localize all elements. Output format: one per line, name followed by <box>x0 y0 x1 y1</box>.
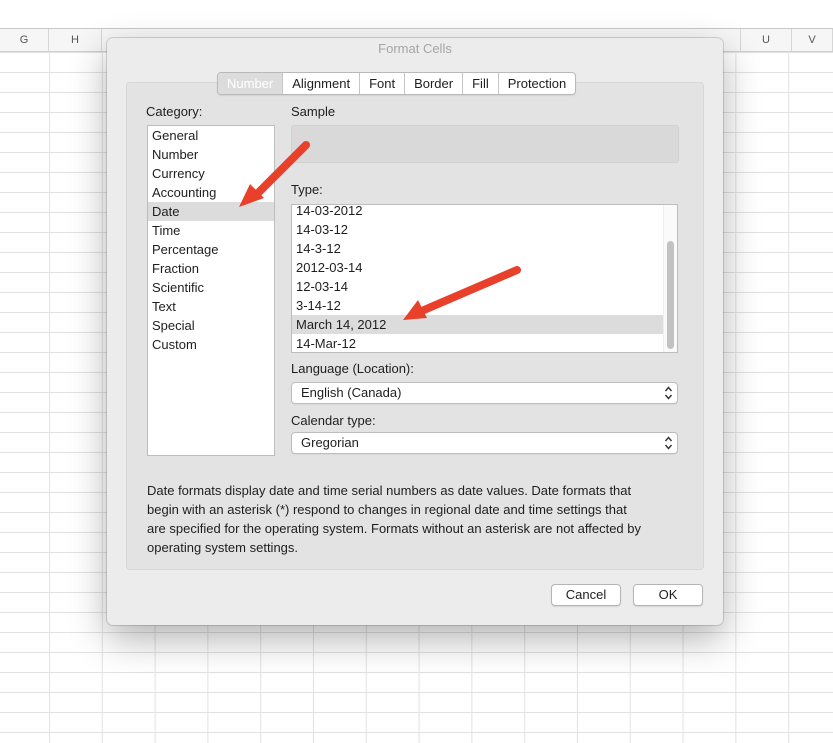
language-value: English (Canada) <box>301 385 402 400</box>
column-header-g[interactable]: G <box>0 29 49 51</box>
tab-alignment[interactable]: Alignment <box>282 73 359 94</box>
type-item-selected[interactable]: March 14, 2012 <box>292 315 663 334</box>
sample-preview <box>291 125 679 163</box>
category-item-text[interactable]: Text <box>148 297 274 316</box>
category-item-number[interactable]: Number <box>148 145 274 164</box>
category-item-accounting[interactable]: Accounting <box>148 183 274 202</box>
tab-protection[interactable]: Protection <box>497 73 576 94</box>
updown-chevron-icon <box>664 386 673 400</box>
tab-font[interactable]: Font <box>359 73 404 94</box>
category-item-custom[interactable]: Custom <box>148 335 274 354</box>
tab-fill[interactable]: Fill <box>462 73 498 94</box>
ok-button[interactable]: OK <box>633 584 703 606</box>
type-item[interactable]: 14-3-12 <box>292 239 663 258</box>
language-label: Language (Location): <box>291 361 414 376</box>
category-label: Category: <box>146 104 203 119</box>
type-item[interactable]: 14-Mar-12 <box>292 334 663 352</box>
tab-number[interactable]: Number <box>218 73 283 94</box>
category-item-scientific[interactable]: Scientific <box>148 278 274 297</box>
category-item-time[interactable]: Time <box>148 221 274 240</box>
type-item[interactable]: 12-03-14 <box>292 277 663 296</box>
type-label: Type: <box>291 182 323 197</box>
category-item-date[interactable]: Date <box>148 202 274 221</box>
calendar-value: Gregorian <box>301 435 359 450</box>
type-item[interactable]: 2012-03-14 <box>292 258 663 277</box>
category-item-percentage[interactable]: Percentage <box>148 240 274 259</box>
category-list[interactable]: General Number Currency Accounting Date … <box>147 125 275 456</box>
column-header-h[interactable]: H <box>49 29 102 51</box>
tab-bar: Number Alignment Font Border Fill Protec… <box>217 72 577 95</box>
column-header-u[interactable]: U <box>740 29 792 51</box>
language-select[interactable]: English (Canada) <box>291 382 678 404</box>
category-item-special[interactable]: Special <box>148 316 274 335</box>
type-list-scrollbar[interactable] <box>663 205 677 352</box>
format-cells-dialog: Format Cells Number Alignment Font Borde… <box>107 38 723 625</box>
calendar-select[interactable]: Gregorian <box>291 432 678 454</box>
tab-border[interactable]: Border <box>404 73 462 94</box>
category-item-general[interactable]: General <box>148 126 274 145</box>
formula-bar[interactable] <box>0 0 833 29</box>
cancel-button[interactable]: Cancel <box>551 584 621 606</box>
category-item-currency[interactable]: Currency <box>148 164 274 183</box>
updown-chevron-icon <box>664 436 673 450</box>
type-item[interactable]: 3-14-12 <box>292 296 663 315</box>
calendar-label: Calendar type: <box>291 413 376 428</box>
type-item[interactable]: 14-03-2012 <box>292 205 663 220</box>
sample-label: Sample <box>291 104 336 119</box>
column-header-v[interactable]: V <box>792 29 833 51</box>
scroll-thumb[interactable] <box>667 241 674 349</box>
type-list[interactable]: 14-03-2012 14-03-12 14-3-12 2012-03-14 1… <box>291 204 678 353</box>
category-item-fraction[interactable]: Fraction <box>148 259 274 278</box>
format-description: Date formats display date and time seria… <box>147 483 642 555</box>
type-item[interactable]: 14-03-12 <box>292 220 663 239</box>
dialog-title: Format Cells <box>378 41 452 56</box>
